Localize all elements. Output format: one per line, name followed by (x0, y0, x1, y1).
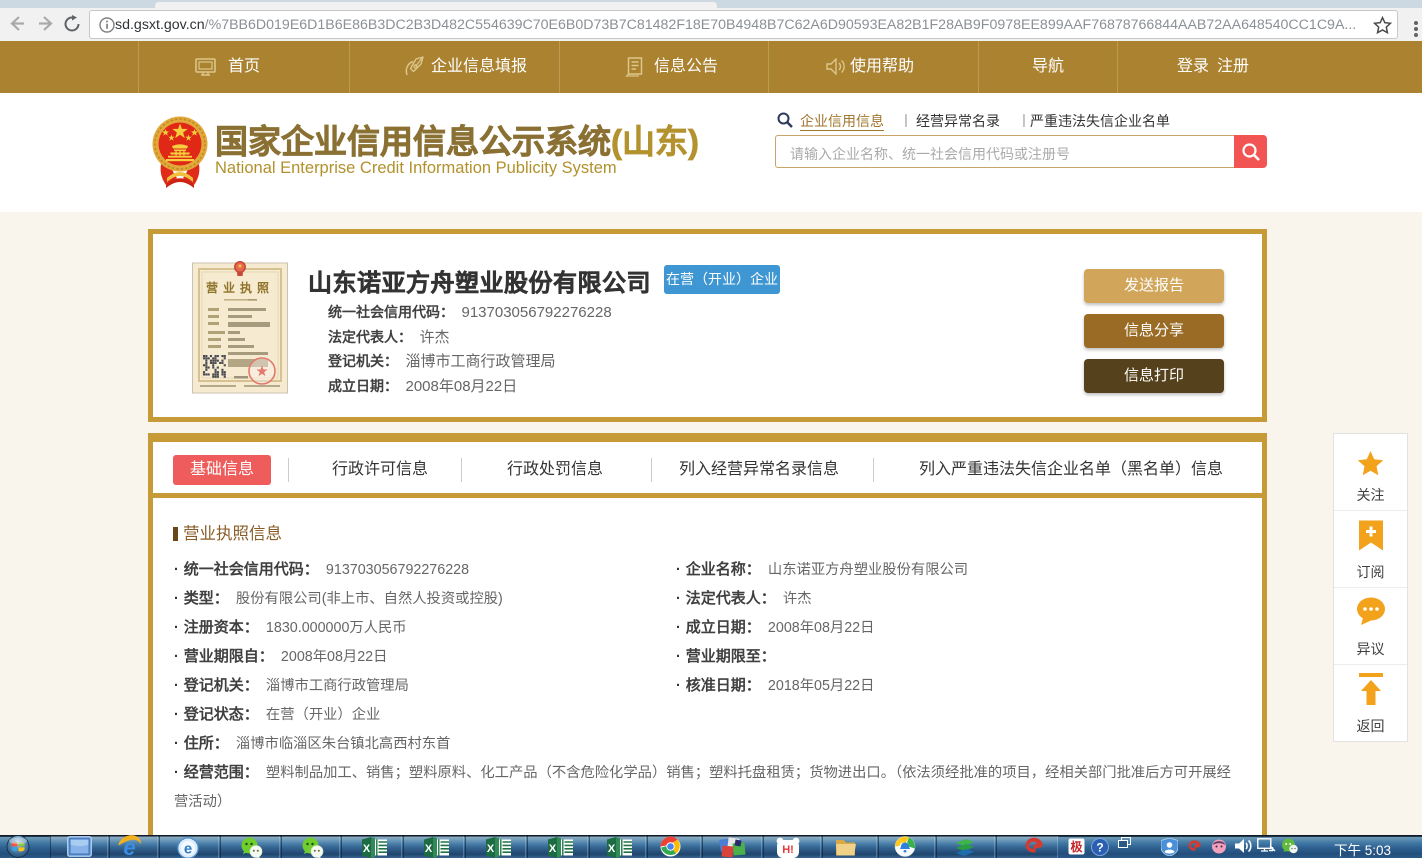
svg-text:极: 极 (1070, 839, 1083, 854)
svg-text:X: X (549, 843, 557, 855)
svg-text:X: X (363, 843, 371, 855)
svg-text:X: X (487, 843, 495, 855)
svg-text:?: ? (1096, 841, 1103, 855)
svg-text:X: X (608, 843, 616, 855)
svg-text:e: e (184, 841, 192, 858)
svg-text:H!: H! (782, 844, 794, 856)
svg-text:营业执照: 营业执照 (206, 280, 274, 295)
svg-text:X: X (425, 843, 433, 855)
